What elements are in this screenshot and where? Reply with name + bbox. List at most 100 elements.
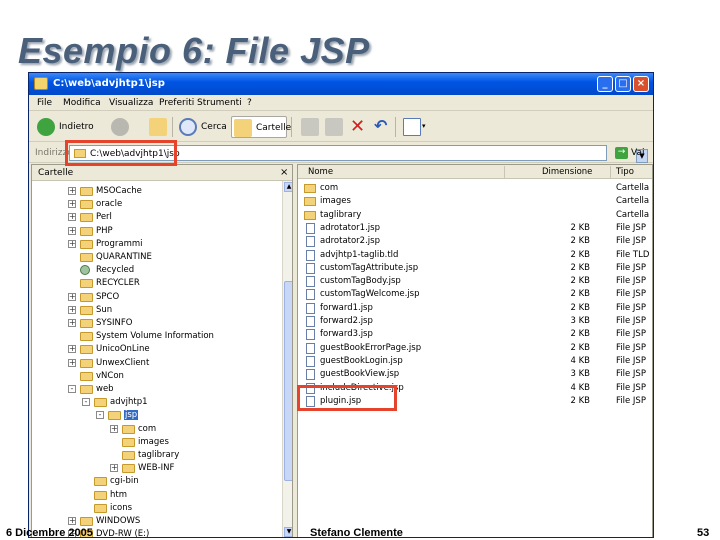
tree-item[interactable]: + SPCO (32, 291, 280, 304)
file-row[interactable]: guestBookView.jsp 3 KB File JSP (298, 368, 652, 381)
expand-icon[interactable]: + (68, 200, 76, 209)
tree-item[interactable]: + com (32, 423, 280, 436)
expand-icon[interactable]: + (110, 424, 118, 433)
file-row[interactable]: adrotator1.jsp 2 KB File JSP (298, 222, 652, 235)
tree-item[interactable]: taglibrary (32, 449, 280, 462)
menu-tools[interactable]: Strumenti (197, 98, 242, 108)
go-button[interactable]: → Vai (613, 146, 653, 161)
back-button[interactable]: Indietro (35, 116, 101, 138)
expand-icon[interactable]: + (68, 358, 76, 367)
file-size: 2 KB (570, 289, 590, 300)
tree-item[interactable]: images (32, 436, 280, 449)
file-row[interactable]: customTagWelcome.jsp 2 KB File JSP (298, 288, 652, 301)
tree-item[interactable]: - advjhtp1 (32, 396, 280, 409)
tree-item[interactable]: RECYCLER (32, 277, 280, 290)
expand-icon[interactable]: + (68, 292, 76, 301)
tree-item[interactable]: + MSOCache (32, 185, 280, 198)
tree-item[interactable]: System Volume Information (32, 330, 280, 343)
file-row[interactable]: forward1.jsp 2 KB File JSP (298, 302, 652, 315)
file-icon (306, 236, 315, 248)
expand-icon[interactable]: + (110, 464, 118, 473)
tree-item[interactable]: + WEB-INF (32, 462, 280, 475)
tree-item[interactable]: htm (32, 489, 280, 502)
folders-button[interactable]: Cartelle (231, 116, 291, 138)
column-size[interactable]: Dimensione (542, 167, 592, 177)
expand-icon[interactable]: + (68, 517, 76, 525)
collapse-icon[interactable]: - (96, 411, 104, 420)
expand-icon[interactable]: + (68, 239, 76, 248)
collapse-icon[interactable]: - (68, 385, 76, 393)
menu-favorites[interactable]: Preferiti (159, 98, 194, 108)
move-to-button[interactable] (299, 116, 319, 138)
vertical-scrollbar[interactable]: ▲ ▼ (282, 181, 292, 537)
tree-item[interactable]: + UnwexClient (32, 357, 280, 370)
folder-icon (80, 292, 93, 302)
go-label: Vai (631, 148, 645, 158)
scroll-down-icon[interactable]: ▼ (284, 527, 292, 537)
tree-item[interactable]: + Programmi (32, 238, 280, 251)
expand-icon[interactable]: + (68, 305, 76, 314)
file-row[interactable]: advjhtp1-taglib.tld 2 KB File TLD (298, 249, 652, 262)
expand-icon[interactable]: + (68, 345, 76, 354)
file-row[interactable]: forward3.jsp 2 KB File JSP (298, 328, 652, 341)
explorer-window: C:\web\advjhtp1\jsp _ □ × File Modifica … (28, 72, 654, 538)
file-icon (306, 262, 315, 274)
tree-item-label: taglibrary (138, 450, 180, 460)
tree-item[interactable]: - web (32, 383, 280, 396)
folder-icon (94, 398, 107, 408)
expand-icon[interactable]: + (68, 213, 76, 222)
column-divider[interactable] (610, 166, 611, 178)
scrollbar-thumb[interactable] (284, 281, 292, 481)
menu-view[interactable]: Visualizza (109, 98, 153, 108)
tree-item-label: UnwexClient (96, 357, 150, 368)
scroll-up-icon[interactable]: ▲ (284, 182, 292, 192)
copy-to-button[interactable] (323, 116, 343, 138)
tree-item[interactable]: + PHP (32, 225, 280, 238)
menu-help[interactable]: ? (247, 98, 252, 108)
search-button[interactable]: Cerca (177, 116, 227, 138)
menu-edit[interactable]: Modifica (63, 98, 101, 108)
tree-item[interactable]: icons (32, 502, 280, 515)
file-row[interactable]: com Cartella (298, 182, 652, 195)
views-icon (403, 118, 421, 136)
file-row[interactable]: guestBookLogin.jsp 4 KB File JSP (298, 355, 652, 368)
collapse-icon[interactable]: - (82, 398, 90, 407)
close-button[interactable]: × (633, 76, 649, 92)
expand-icon[interactable]: + (68, 319, 76, 327)
tree-item[interactable]: + SYSINFO (32, 317, 280, 330)
file-row[interactable]: customTagAttribute.jsp 2 KB File JSP (298, 262, 652, 275)
window-titlebar[interactable]: C:\web\advjhtp1\jsp _ □ × (29, 73, 653, 95)
close-icon[interactable]: × (280, 167, 288, 178)
tree-item[interactable]: vNCon (32, 370, 280, 383)
expand-icon[interactable]: + (68, 187, 76, 195)
file-row[interactable]: forward2.jsp 3 KB File JSP (298, 315, 652, 328)
column-type[interactable]: Tipo (616, 167, 634, 177)
tree-item[interactable]: QUARANTINE (32, 251, 280, 264)
menu-file[interactable]: File (37, 98, 52, 108)
file-row[interactable]: images Cartella (298, 195, 652, 208)
expand-icon[interactable]: + (68, 226, 76, 235)
views-button[interactable]: ▾ (401, 116, 427, 138)
tree-item[interactable]: - jsp (32, 409, 280, 422)
delete-button[interactable]: ✕ (347, 116, 367, 138)
file-row[interactable]: taglibrary Cartella (298, 209, 652, 222)
tree-item[interactable]: + Perl (32, 211, 280, 224)
up-folder-button[interactable] (147, 116, 169, 138)
file-icon (306, 289, 315, 301)
file-name: guestBookView.jsp (320, 369, 400, 380)
tree-item[interactable]: cgi-bin (32, 475, 280, 488)
file-row[interactable]: guestBookErrorPage.jsp 2 KB File JSP (298, 342, 652, 355)
tree-item[interactable]: + oracle (32, 198, 280, 211)
tree-item[interactable]: Recycled (32, 264, 280, 277)
file-row[interactable]: adrotator2.jsp 2 KB File JSP (298, 235, 652, 248)
tree-item[interactable]: + UnicoOnLine (32, 343, 280, 356)
tree-item-label: com (138, 423, 157, 434)
column-divider[interactable] (504, 166, 505, 178)
tree-item[interactable]: + Sun (32, 304, 280, 317)
maximize-button[interactable]: □ (615, 76, 631, 92)
file-row[interactable]: customTagBody.jsp 2 KB File JSP (298, 275, 652, 288)
forward-button[interactable] (109, 116, 137, 138)
minimize-button[interactable]: _ (597, 76, 613, 92)
undo-button[interactable]: ↶ (371, 116, 391, 138)
column-name[interactable]: Nome (308, 167, 333, 177)
